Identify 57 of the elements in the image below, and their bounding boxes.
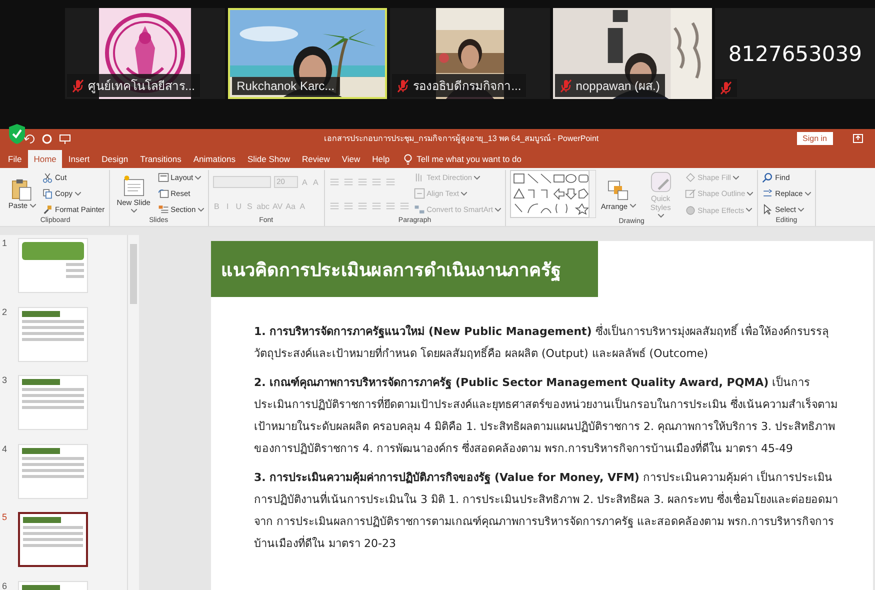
shield-check-icon <box>7 123 27 145</box>
video-tile[interactable]: รองอธิบดีกรมกิจกา... <box>390 8 550 99</box>
ribbon-tab[interactable]: Home <box>28 150 62 168</box>
ribbon-display-icon[interactable] <box>853 134 863 143</box>
ribbon-tab[interactable]: Help <box>366 150 396 168</box>
participant-name: Rukchanok Karc... <box>236 79 335 93</box>
section-icon <box>158 204 169 215</box>
replace-icon <box>762 188 774 199</box>
lightbulb-icon <box>404 154 412 164</box>
slide-number: 5 <box>1 512 8 524</box>
new-slide-icon <box>122 174 146 198</box>
slide-paragraph: 3. การประเมินความคุ้มค่าการปฏิบัติภารกิจของรัฐ (Value for Money, VFM) การประเมินความคุ้มค่า เป็นการประเมินการปฏิบัติงานที่เน้นการประเมินใน 3 มิติ 1. การประเมินประสิทธิภาพ 2. ประสิทธิผล 3. ผลกระทบ ซึ่งเชื่อมโยงและต่อยอดมาจาก การประเมินผลการปฏิบัติราชการตามเกณฑ์คุณภาพการบริหารจัดการภาครัฐ และสอดคล้องตาม พรก.การบริหารกิจการบ้านเมืองที่ดีใน มาตรา 20-23 <box>254 469 839 552</box>
slide-number: 4 <box>1 444 8 456</box>
redo-icon[interactable] <box>42 134 52 144</box>
window-title: เอกสารประกอบการประชุม_กรมกิจการผู้สูงอายุ_13 พค 64_สมบูรณ์ - PowerPoint <box>324 132 600 145</box>
smartart-icon <box>414 204 425 215</box>
effects-icon <box>684 204 696 216</box>
pencil-icon <box>684 188 696 200</box>
slide-number: 1 <box>1 238 8 250</box>
slide-title: แนวคิดการประเมินผลการดำเนินงานภาครัฐ <box>211 241 598 297</box>
slide-number: 3 <box>1 375 8 387</box>
sign-in-button[interactable]: Sign in <box>796 132 833 145</box>
slide-number: 2 <box>1 306 8 318</box>
slide-number: 6 <box>1 580 8 590</box>
cursor-icon <box>762 204 774 215</box>
clipboard-icon <box>10 177 34 201</box>
layout-icon <box>158 172 169 183</box>
video-tile[interactable]: 8127653039 <box>715 8 875 99</box>
participant-name: noppawan (ผส.) <box>576 78 660 95</box>
ribbon-tab[interactable]: Review <box>296 150 336 168</box>
paintbrush-icon <box>42 204 53 215</box>
ribbon-tab[interactable]: Slide Show <box>241 150 296 168</box>
undo-icon[interactable] <box>24 134 35 144</box>
ribbon-tab[interactable]: Transitions <box>134 150 188 168</box>
align-text-icon <box>414 188 425 199</box>
ribbon-tab[interactable]: File <box>2 150 28 168</box>
search-icon <box>762 172 774 183</box>
participant-name: 8127653039 <box>728 42 862 66</box>
ribbon-tab[interactable]: Animations <box>187 150 242 168</box>
participant-name: รองอธิบดีกรมกิจกา... <box>413 78 522 95</box>
scrollbar-thumb[interactable] <box>130 244 137 304</box>
ribbon-tab[interactable]: Design <box>96 150 134 168</box>
participant-name: ศูนย์เทคโนโลยีสาร... <box>88 78 196 95</box>
presentation-icon[interactable] <box>59 134 71 144</box>
video-tile[interactable]: ศูนย์เทคโนโลยีสาร... <box>65 8 225 99</box>
tell-me-field[interactable]: Tell me what you want to do <box>416 154 522 164</box>
scissors-icon <box>42 172 53 183</box>
shape-gallery[interactable] <box>510 170 596 218</box>
slide-paragraph: 2. เกณฑ์คุณภาพการบริหารจัดการภาครัฐ (Public Sector Management Quality Award, PQMA) เป็นการประเมินการปฏิบัติราชการที่ยึดตามเป้าประสงค์และยุทธศาสตร์ของหน่วยงานเป็นกรอบในการประเมิน ซึ่งเน้นความสำเร็จตามเป้าหมายในระดับผลผลิต ครอบคลุม 4 มิติคือ 1. ประสิทธิผลตามแผนปฏิบัติราชการ 2. คุณภาพการให้บริการ 3. ประสิทธิภาพของการปฏิบัติราชการ 4. การพัฒนาองค์กร ซึ่งสอดคล้องตาม พรก.การบริหารกิจการบ้านเมืองที่ดีใน มาตรา 45-49 <box>254 374 838 457</box>
video-tile[interactable]: Rukchanok Karc... <box>228 8 388 99</box>
slide-paragraph: 1. การบริหารจัดการภาครัฐแนวใหม่ (New Public Management) ซึ่งเป็นการบริหารมุ่งผลสัมฤทธิ์ เพื่อให้องค์กรบรรลุวัตถุประสงค์และเป้าหมายที่กำหนด โดยผลสัมฤทธิ์คือ ผลผลิต (Output) และผลลัพธ์ (Outcome) <box>254 322 830 362</box>
video-tile[interactable]: noppawan (ผส.) <box>552 8 712 99</box>
reset-icon <box>158 188 169 199</box>
copy-icon <box>42 188 53 199</box>
slide-thumbnail[interactable] <box>18 512 88 567</box>
ribbon-tab[interactable]: View <box>336 150 366 168</box>
ribbon-tab[interactable]: Insert <box>62 150 96 168</box>
